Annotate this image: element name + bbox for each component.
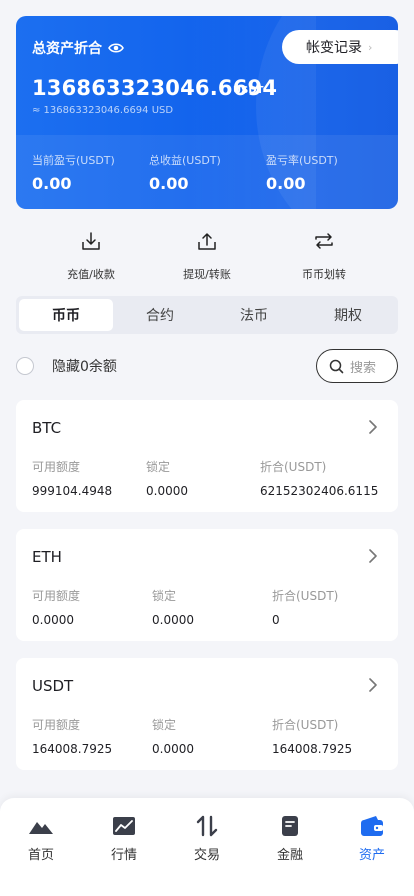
total-assets-title: 总资产折合 (32, 38, 124, 58)
nav-label: 资产 (358, 848, 385, 863)
equivalent-label: 折合(USDT) (260, 460, 327, 474)
equivalent-column: 折合(USDT) 0 (272, 587, 338, 627)
nav-label: 金融 (276, 848, 303, 863)
asset-type-tabs: 币币 合约 法币 期权 (16, 296, 398, 334)
transfer-label: 币币划转 (302, 268, 346, 281)
asset-name: BTC (32, 419, 62, 437)
equivalent-column: 折合(USDT) 62152302406.6115 (260, 458, 378, 498)
chevron-right-icon: › (368, 40, 373, 54)
equivalent-column: 折合(USDT) 164008.7925 (272, 716, 352, 756)
withdraw-action[interactable]: 提现/转账 (157, 230, 257, 282)
available-label: 可用额度 (32, 589, 81, 603)
asset-summary-card: 总资产折合 帐变记录 › 136863323046.6694 USDT ≈ 13… (16, 16, 398, 209)
stat-total-income: 总收益(USDT) 0.00 (149, 152, 221, 193)
hide-zero-radio[interactable] (16, 357, 34, 375)
hide-zero-toggle[interactable]: 隐藏0余额 (16, 356, 117, 376)
asset-name: ETH (32, 548, 62, 566)
stat-label: 当前盈亏(USDT) (32, 154, 115, 167)
nav-item-trade[interactable]: 交易 (177, 814, 237, 863)
nav-label: 行情 (110, 848, 137, 863)
stat-pnl-rate: 盈亏率(USDT) 0.00 (266, 152, 338, 193)
available-value: 164008.7925 (32, 742, 113, 756)
stat-label: 盈亏率(USDT) (266, 154, 338, 167)
stat-label: 总收益(USDT) (149, 154, 221, 167)
asset-card-btc[interactable]: BTC 可用额度 999104.4948 锁定 0.0000 折合(USDT) … (16, 400, 398, 512)
transaction-record-button[interactable]: 帐变记录 › (282, 30, 398, 64)
tab-fiat[interactable]: 法币 (207, 299, 301, 331)
bottom-nav: 首页 行情 交易 金融 资产 (0, 798, 414, 896)
tab-spot[interactable]: 币币 (19, 299, 113, 331)
hide-zero-label: 隐藏0余额 (52, 359, 117, 375)
equivalent-value: 164008.7925 (272, 742, 353, 756)
equivalent-value: 62152302406.6115 (260, 484, 379, 498)
asset-card-eth[interactable]: ETH 可用额度 0.0000 锁定 0.0000 折合(USDT) 0 (16, 529, 398, 641)
deposit-label: 充值/收款 (67, 268, 115, 281)
finance-doc-icon (282, 816, 298, 836)
wallet-icon (361, 816, 383, 836)
chevron-right-icon (369, 420, 377, 434)
search-placeholder: 搜索 (350, 360, 377, 376)
transfer-icon (315, 233, 333, 249)
nav-label: 交易 (193, 848, 220, 863)
locked-value: 0.0000 (152, 613, 194, 627)
nav-item-market[interactable]: 行情 (94, 814, 154, 863)
deposit-action[interactable]: 充值/收款 (41, 230, 141, 282)
transfer-action[interactable]: 币币划转 (274, 230, 374, 282)
locked-column: 锁定 0.0000 (152, 587, 194, 627)
eye-icon[interactable] (108, 42, 124, 54)
nav-label: 首页 (27, 848, 54, 863)
home-mountain-icon (29, 822, 53, 834)
asset-name: USDT (32, 677, 74, 695)
nav-item-assets[interactable]: 资产 (342, 814, 402, 863)
download-icon (82, 232, 100, 250)
available-column: 可用额度 999104.4948 (32, 458, 112, 498)
stat-value: 0.00 (266, 174, 306, 193)
total-assets-label: 总资产折合 (32, 41, 102, 57)
stat-current-pnl: 当前盈亏(USDT) 0.00 (32, 152, 115, 193)
available-label: 可用额度 (32, 718, 81, 732)
chevron-right-icon (369, 678, 377, 692)
record-button-label: 帐变记录 (306, 40, 362, 56)
available-value: 0.0000 (32, 613, 74, 627)
search-input[interactable]: 搜索 (316, 349, 398, 383)
equivalent-value: 0 (272, 613, 280, 627)
chevron-right-icon (369, 549, 377, 563)
locked-column: 锁定 0.0000 (152, 716, 194, 756)
locked-label: 锁定 (152, 718, 177, 732)
stat-value: 0.00 (149, 174, 189, 193)
locked-label: 锁定 (146, 460, 171, 474)
available-value: 999104.4948 (32, 484, 113, 498)
asset-card-usdt[interactable]: USDT 可用额度 164008.7925 锁定 0.0000 折合(USDT)… (16, 658, 398, 770)
tab-contract[interactable]: 合约 (113, 299, 207, 331)
withdraw-label: 提现/转账 (183, 268, 231, 281)
total-usd-equivalent: ≈ 136863323046.6694 USD (32, 105, 174, 116)
locked-column: 锁定 0.0000 (146, 458, 188, 498)
available-column: 可用额度 164008.7925 (32, 716, 112, 756)
trade-arrows-icon (196, 815, 218, 837)
market-chart-icon (113, 817, 135, 835)
tab-options[interactable]: 期权 (301, 299, 395, 331)
equivalent-label: 折合(USDT) (272, 718, 339, 732)
total-unit: USDT (233, 85, 264, 96)
stat-value: 0.00 (32, 174, 72, 193)
equivalent-label: 折合(USDT) (272, 589, 339, 603)
search-icon (329, 359, 344, 373)
nav-item-finance[interactable]: 金融 (260, 814, 320, 863)
available-column: 可用额度 0.0000 (32, 587, 80, 627)
locked-value: 0.0000 (152, 742, 194, 756)
upload-icon (198, 233, 216, 250)
nav-item-home[interactable]: 首页 (11, 814, 71, 863)
locked-label: 锁定 (152, 589, 177, 603)
available-label: 可用额度 (32, 460, 81, 474)
locked-value: 0.0000 (146, 484, 188, 498)
